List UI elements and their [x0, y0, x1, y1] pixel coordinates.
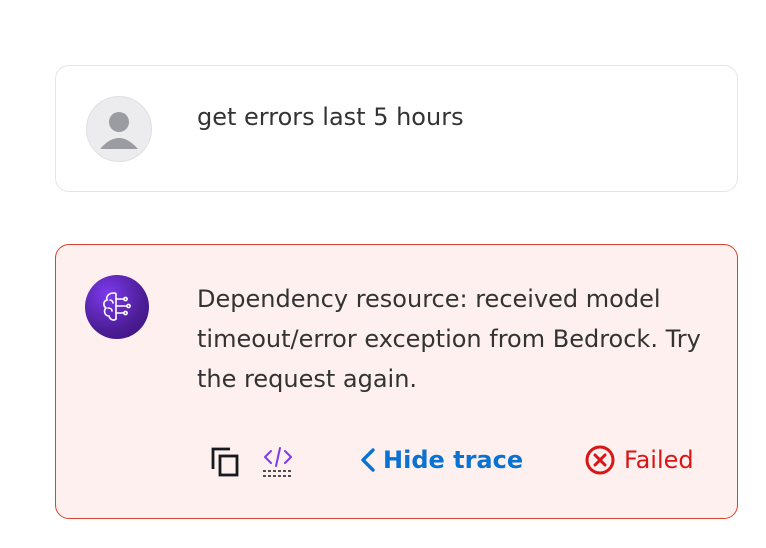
code-icon[interactable] — [261, 445, 295, 479]
status-indicator: Failed — [584, 444, 694, 476]
assistant-error-card: Dependency resource: received model time… — [55, 244, 738, 519]
chat-conversation: get errors last 5 hours Dependency resou… — [0, 0, 766, 548]
hide-trace-button[interactable]: Hide trace — [360, 444, 523, 476]
chevron-left-icon — [361, 448, 375, 472]
assistant-message-text: Dependency resource: received model time… — [197, 285, 701, 393]
message-actions-toolbar: Hide trace Failed — [206, 441, 716, 477]
error-circle-icon — [585, 445, 615, 475]
copy-icon[interactable] — [206, 445, 242, 479]
status-label: Failed — [624, 446, 694, 474]
user-message-card: get errors last 5 hours — [55, 65, 738, 192]
hide-trace-label: Hide trace — [383, 446, 524, 474]
ai-brain-icon — [85, 275, 149, 339]
user-avatar-icon — [86, 96, 152, 162]
user-message-text: get errors last 5 hours — [197, 103, 464, 131]
